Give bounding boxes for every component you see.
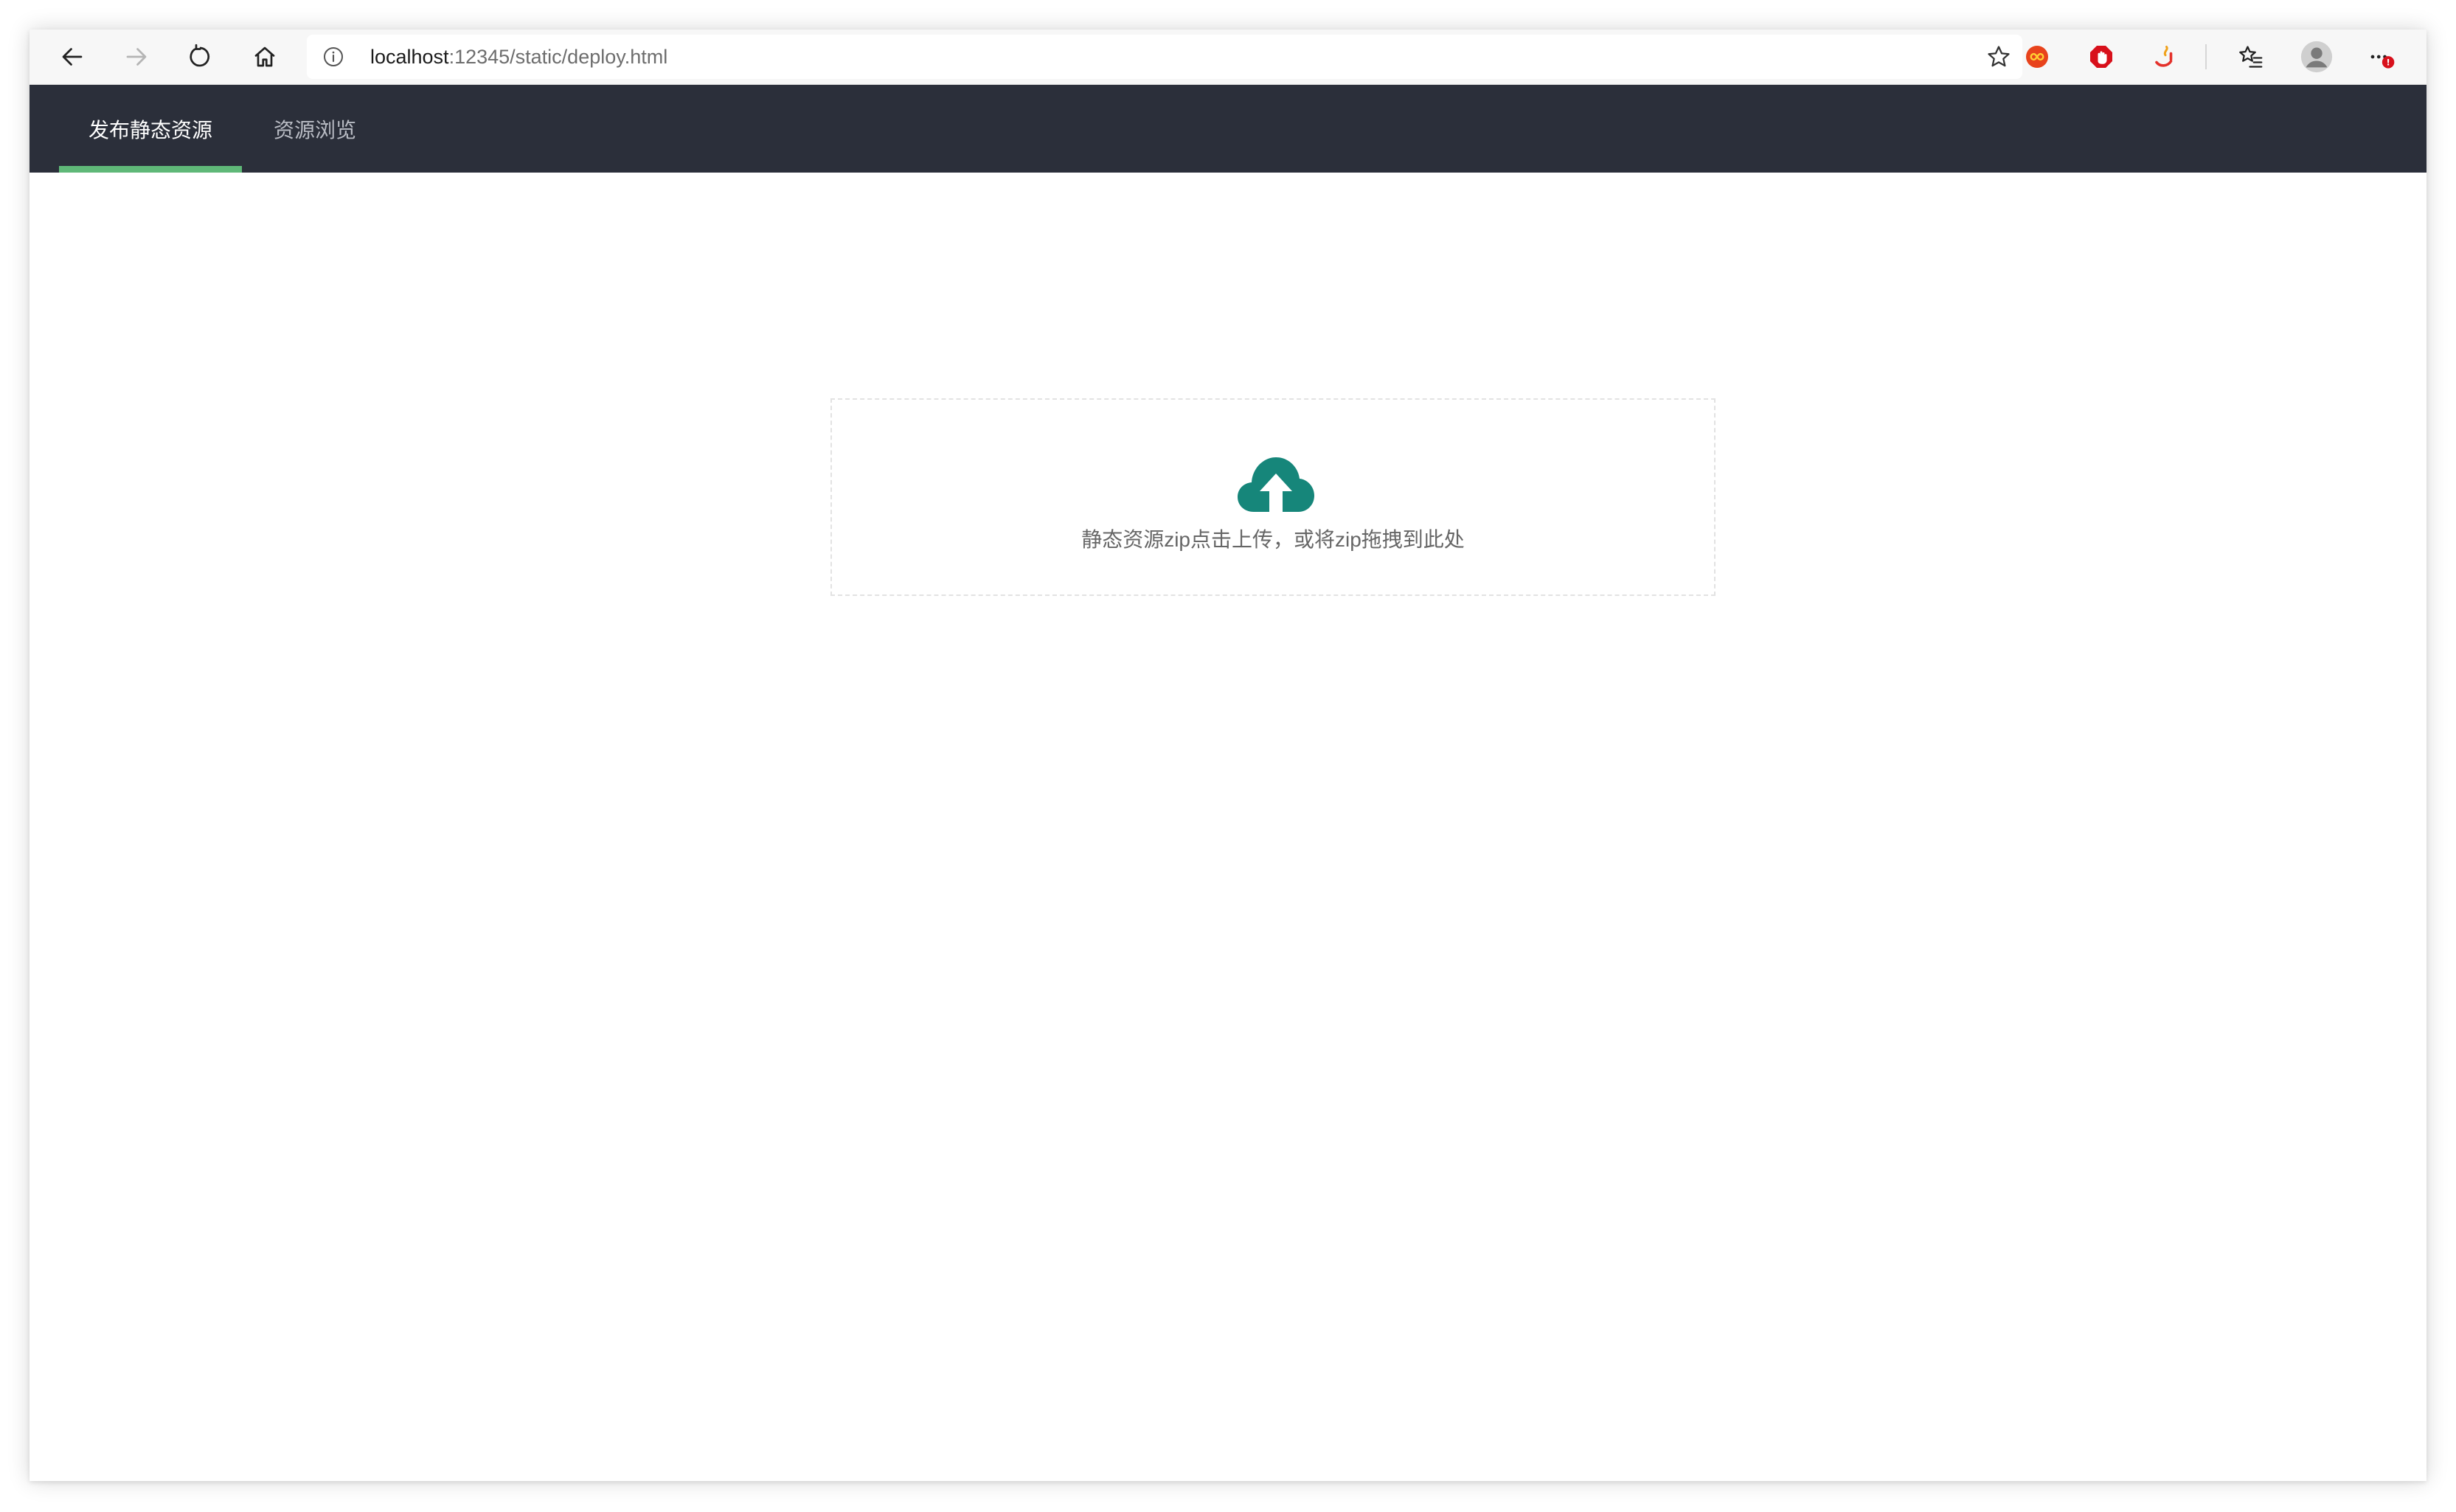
tab-browse-resources[interactable]: 资源浏览 <box>242 85 388 173</box>
infinity-extension-icon <box>2026 46 2048 68</box>
toolbar-divider <box>2205 44 2207 69</box>
reload-button[interactable] <box>180 36 221 77</box>
more-menu-icon: ! <box>2370 55 2395 69</box>
profile-avatar-icon <box>2300 41 2333 73</box>
active-tab-indicator <box>59 166 242 173</box>
profile-button[interactable] <box>2296 36 2337 77</box>
notification-badge: ! <box>2386 58 2390 68</box>
java-extension-icon <box>2155 46 2173 67</box>
url-host: localhost <box>370 46 449 68</box>
extension-adblock-button[interactable] <box>2081 36 2122 77</box>
arrow-left-icon <box>62 48 83 66</box>
adblock-extension-icon <box>2090 46 2112 68</box>
more-menu-button[interactable]: ! <box>2360 36 2401 77</box>
home-button[interactable] <box>244 36 285 77</box>
favorites-icon <box>2239 46 2263 68</box>
tab-label: 发布静态资源 <box>88 118 212 142</box>
extension-java-button[interactable] <box>2145 36 2186 77</box>
tab-label: 资源浏览 <box>273 118 356 142</box>
arrow-right-icon <box>126 48 147 66</box>
browser-window: localhost:12345/static/deploy.html ! 发布静… <box>30 30 2426 1481</box>
main-content: 静态资源zip点击上传，或将zip拖拽到此处 <box>30 173 2426 1481</box>
back-button[interactable] <box>52 36 93 77</box>
app-header: 发布静态资源 资源浏览 <box>30 85 2426 173</box>
upload-dropzone[interactable]: 静态资源zip点击上传，或将zip拖拽到此处 <box>830 398 1716 596</box>
url-text[interactable]: localhost:12345/static/deploy.html <box>370 35 667 79</box>
cloud-upload-icon <box>1238 457 1314 512</box>
favorites-button[interactable] <box>2230 36 2272 77</box>
extension-infinity-button[interactable] <box>2016 36 2058 77</box>
home-icon <box>254 46 275 67</box>
star-icon[interactable] <box>1985 44 2012 70</box>
address-bar[interactable]: localhost:12345/static/deploy.html <box>307 35 2022 79</box>
reload-icon <box>190 44 210 67</box>
url-path: :12345/static/deploy.html <box>448 46 668 68</box>
browser-toolbar: localhost:12345/static/deploy.html ! <box>30 30 2426 85</box>
tab-publish-static-resources[interactable]: 发布静态资源 <box>59 85 242 173</box>
forward-button[interactable] <box>116 36 157 77</box>
info-icon[interactable] <box>322 45 345 69</box>
upload-hint-text: 静态资源zip点击上传，或将zip拖拽到此处 <box>1081 528 1465 551</box>
